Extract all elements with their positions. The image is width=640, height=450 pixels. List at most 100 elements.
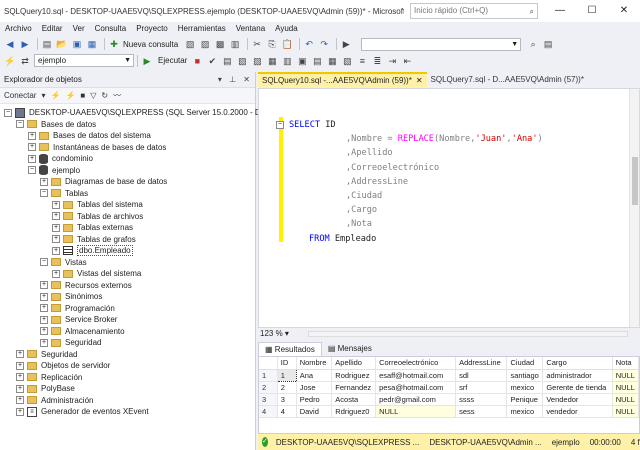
tree-node[interactable]: − ejemplo bbox=[0, 165, 255, 177]
expand-icon[interactable]: + bbox=[40, 281, 48, 290]
column-header-id[interactable]: ID bbox=[277, 357, 297, 370]
actual-plan-icon[interactable]: ▦ bbox=[266, 55, 278, 67]
tree-node[interactable]: + ≡ Generador de eventos XEvent bbox=[0, 406, 255, 418]
column-header-ciudad[interactable]: Ciudad bbox=[506, 357, 544, 370]
row-number[interactable]: 3 bbox=[259, 393, 278, 406]
table-cell[interactable]: Rodriguez bbox=[331, 369, 377, 382]
table-cell[interactable]: NULL bbox=[612, 393, 639, 406]
close-panel-icon[interactable]: ✕ bbox=[243, 75, 250, 84]
execute-button[interactable]: Ejecutar bbox=[158, 56, 187, 65]
expand-icon[interactable]: + bbox=[52, 246, 60, 255]
open-file-icon[interactable]: 📂 bbox=[56, 38, 68, 50]
cut-icon[interactable]: ✂ bbox=[251, 38, 263, 50]
outdent-icon[interactable]: ⇤ bbox=[401, 55, 413, 67]
connect-button[interactable]: Conectar bbox=[4, 91, 36, 100]
table-cell[interactable]: 3 bbox=[277, 393, 297, 406]
connect-icon[interactable]: ⚡ bbox=[4, 55, 16, 67]
tree-node[interactable]: + PolyBase bbox=[0, 383, 255, 395]
comment-icon[interactable]: ≡ bbox=[356, 55, 368, 67]
tree-node[interactable]: + Vistas del sistema bbox=[0, 268, 255, 280]
undo-icon[interactable]: ↶ bbox=[303, 38, 315, 50]
panel-menu-icon[interactable]: ▾ bbox=[218, 75, 222, 84]
tree-node[interactable]: + Programación bbox=[0, 303, 255, 315]
close-tab-icon[interactable]: ✕ bbox=[416, 76, 423, 85]
table-row[interactable]: 4 4 David Rdriguez0 NULL sess mexico ven… bbox=[259, 405, 639, 418]
minimize-button[interactable]: — bbox=[544, 0, 576, 22]
expand-icon[interactable]: + bbox=[40, 338, 48, 347]
table-cell[interactable]: 4 bbox=[277, 405, 297, 418]
column-header-nota[interactable]: Nota bbox=[612, 357, 639, 370]
disconnect-icon[interactable]: ⚡ bbox=[65, 91, 75, 100]
tree-node[interactable]: + Sinónimos bbox=[0, 291, 255, 303]
redo-icon[interactable]: ↷ bbox=[318, 38, 330, 50]
expand-icon[interactable]: + bbox=[16, 361, 24, 370]
client-stats-icon[interactable]: ▣ bbox=[296, 55, 308, 67]
expand-icon[interactable]: + bbox=[16, 396, 24, 405]
refresh-icon[interactable]: ↻ bbox=[101, 91, 108, 100]
table-cell[interactable]: Acosta bbox=[331, 393, 377, 406]
table-cell[interactable]: David bbox=[296, 405, 333, 418]
grid-corner[interactable] bbox=[259, 357, 278, 370]
collapse-icon[interactable]: − bbox=[4, 108, 12, 117]
paste-icon[interactable]: 📋 bbox=[281, 38, 293, 50]
table-cell[interactable]: Rdriguez0 bbox=[331, 405, 377, 418]
menu-archivo[interactable]: Archivo bbox=[0, 22, 37, 36]
table-cell[interactable]: pedr@gmail.com bbox=[375, 393, 457, 406]
expand-icon[interactable]: + bbox=[16, 384, 24, 393]
table-cell[interactable]: pesa@hotmail.com bbox=[375, 381, 457, 394]
menu-herramientas[interactable]: Herramientas bbox=[173, 22, 231, 36]
zoom-level[interactable]: 123 % bbox=[260, 329, 283, 338]
collapse-icon[interactable]: − bbox=[40, 258, 48, 267]
table-cell[interactable]: Penique bbox=[506, 393, 544, 406]
column-header-apellido[interactable]: Apellido bbox=[331, 357, 377, 370]
table-cell[interactable]: srf bbox=[455, 381, 508, 394]
expand-icon[interactable]: + bbox=[16, 373, 24, 382]
maximize-button[interactable]: ☐ bbox=[576, 0, 608, 22]
close-button[interactable]: ✕ bbox=[608, 0, 640, 22]
collapse-icon[interactable]: − bbox=[276, 121, 284, 129]
expand-icon[interactable]: + bbox=[28, 143, 36, 152]
expand-icon[interactable]: + bbox=[16, 350, 24, 359]
stop-icon[interactable]: ■ bbox=[80, 91, 85, 100]
tree-node[interactable]: + Recursos externos bbox=[0, 280, 255, 292]
tree-node[interactable]: + Seguridad bbox=[0, 337, 255, 349]
save-all-icon[interactable]: ▦ bbox=[86, 38, 98, 50]
tree-node[interactable]: − DESKTOP-UAAE5VQ\SQLEXPRESS (SQL Server … bbox=[0, 107, 277, 119]
column-header-nombre[interactable]: Nombre bbox=[296, 357, 333, 370]
change-connection-icon[interactable]: ⇄ bbox=[19, 55, 31, 67]
query-mdx-icon[interactable]: ▧ bbox=[184, 38, 196, 50]
new-query-button[interactable]: Nueva consulta bbox=[123, 40, 178, 49]
table-cell[interactable]: NULL bbox=[612, 369, 639, 382]
column-header-cargo[interactable]: Cargo bbox=[542, 357, 613, 370]
tree-node[interactable]: + Tablas externas bbox=[0, 222, 255, 234]
tree-node[interactable]: + Instantáneas de bases de datos bbox=[0, 142, 255, 154]
table-cell[interactable]: Jose bbox=[296, 381, 333, 394]
tree-node[interactable]: + Tablas de grafos bbox=[0, 234, 255, 246]
editor-scrollbar[interactable] bbox=[629, 89, 639, 327]
menu-ventana[interactable]: Ventana bbox=[231, 22, 270, 36]
database-select[interactable]: ejemplo ▼ bbox=[34, 54, 134, 67]
table-cell[interactable]: ssss bbox=[455, 393, 508, 406]
forward-icon[interactable]: ▶ bbox=[19, 38, 31, 50]
query-editor[interactable]: − SELECT ID ,Nombre = REPLACE(Nombre,'Ju… bbox=[258, 88, 640, 328]
table-cell[interactable]: sess bbox=[455, 405, 508, 418]
table-cell[interactable]: mexico bbox=[506, 405, 544, 418]
estimated-plan-icon[interactable]: ▤ bbox=[221, 55, 233, 67]
connect-plug-icon[interactable]: ⚡ bbox=[50, 91, 60, 100]
row-number[interactable]: 2 bbox=[259, 381, 278, 394]
query-dmx-icon[interactable]: ▨ bbox=[199, 38, 211, 50]
debug-icon[interactable]: ▶ bbox=[340, 38, 352, 50]
expand-icon[interactable]: + bbox=[40, 177, 48, 186]
connect-dropdown-icon[interactable]: ▾ bbox=[41, 91, 45, 100]
save-icon[interactable]: ▣ bbox=[71, 38, 83, 50]
new-query-icon[interactable]: ✚ bbox=[108, 38, 120, 50]
tree-node[interactable]: + Almacenamiento bbox=[0, 326, 255, 338]
expand-icon[interactable]: + bbox=[28, 154, 36, 163]
table-cell[interactable]: mexico bbox=[506, 381, 544, 394]
expand-icon[interactable]: + bbox=[52, 223, 60, 232]
table-cell[interactable]: Ana bbox=[296, 369, 333, 382]
expand-icon[interactable]: + bbox=[16, 407, 24, 416]
table-row[interactable]: 1 1 Ana Rodriguez esaff@hotmail.com sdl … bbox=[259, 368, 639, 382]
menu-proyecto[interactable]: Proyecto bbox=[131, 22, 173, 36]
execute-icon[interactable]: ▶ bbox=[141, 55, 153, 67]
